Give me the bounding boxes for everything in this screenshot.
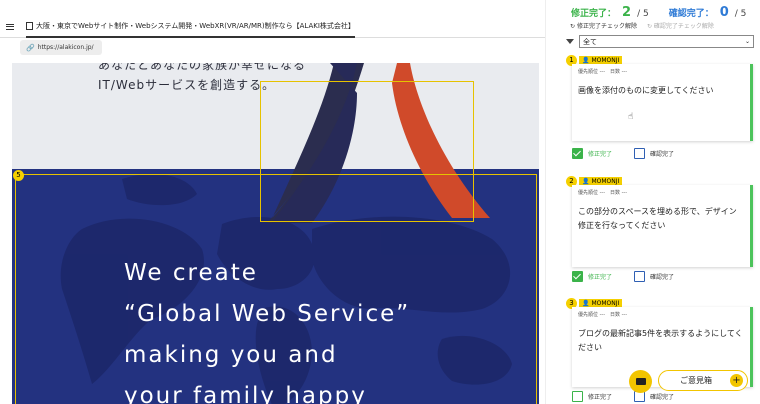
comment-meta: 優先順位 --- 日数 --- — [578, 312, 628, 318]
fix-done-checkbox[interactable] — [572, 271, 583, 282]
comment-text: この部分のスペースを埋める形で、デザイン修正を行なってください — [578, 207, 737, 230]
filter-value: 全て — [583, 37, 597, 46]
tab-title: 大阪・東京でWebサイト制作・Webシステム開発・WebXR(VR/AR/MR)… — [36, 21, 355, 30]
url-bar[interactable]: 🔗 https://alakicon.jp/ — [20, 40, 102, 55]
comment-card[interactable]: 優先順位 --- 日数 --- 画像を添付のものに変更してください — [572, 64, 753, 141]
confirm-done-text: 確認完了 — [650, 394, 675, 401]
fix-done-total: / 5 — [637, 9, 649, 19]
status-row: 修正完了 確認完了 — [572, 148, 674, 159]
mail-button[interactable] — [629, 370, 652, 393]
mail-icon — [635, 378, 646, 385]
filter-links: ↻ 修正完了チェック解除 ↻ 確認完了チェック解除 — [570, 21, 714, 30]
opinion-box-button[interactable]: ご意見箱 + — [658, 370, 748, 391]
reset-confirm-link[interactable]: ↻ 確認完了チェック解除 — [647, 21, 714, 30]
confirm-done-text: 確認完了 — [650, 151, 675, 158]
confirm-done-count: 0 — [719, 5, 729, 20]
fix-done-text: 修正完了 — [588, 394, 613, 401]
status-row: 修正完了 確認完了 — [572, 391, 674, 402]
opinion-box-label: ご意見箱 — [680, 376, 712, 385]
reset-fix-link[interactable]: ↻ 修正完了チェック解除 — [570, 21, 637, 30]
app-root: 大阪・東京でWebサイト制作・Webシステム開発・WebXR(VR/AR/MR)… — [0, 0, 760, 404]
filter-select[interactable]: 全て ⌄ — [579, 35, 754, 48]
page-icon — [26, 21, 33, 30]
plus-icon: + — [730, 374, 743, 387]
fix-done-checkbox[interactable] — [572, 148, 583, 159]
fix-done-label: 修正完了： — [571, 9, 617, 19]
chevron-down-icon: ⌄ — [744, 38, 750, 45]
comment-card[interactable]: 優先順位 --- 日数 --- この部分のスペースを埋める形で、デザイン修正を行… — [572, 185, 753, 267]
browser-tab[interactable]: 大阪・東京でWebサイト制作・Webシステム開発・WebXR(VR/AR/MR)… — [26, 16, 355, 38]
comment-text: ブログの最新記事5件を表示するようにしてください — [578, 329, 743, 352]
window-titlebar: 大阪・東京でWebサイト制作・Webシステム開発・WebXR(VR/AR/MR)… — [0, 16, 545, 38]
fix-done-count: 2 — [622, 5, 632, 20]
site-preview[interactable]: 大阪・東京でWebサイト制作・Webシステム開発・WebXR(VR/AR/MR)… — [0, 0, 545, 404]
comment-meta: 優先順位 --- 日数 --- — [578, 69, 628, 75]
comment-pin[interactable]: 5 — [13, 170, 24, 181]
confirm-done-text: 確認完了 — [650, 274, 675, 281]
status-row: 修正完了 確認完了 — [572, 271, 674, 282]
menu-icon[interactable] — [6, 22, 14, 31]
url-text: https://alakicon.jp/ — [37, 44, 94, 51]
comment-text: 画像を添付のものに変更してください — [578, 86, 714, 95]
fix-done-checkbox[interactable] — [572, 391, 583, 402]
confirm-done-total: / 5 — [734, 9, 747, 19]
fix-done-text: 修正完了 — [588, 274, 613, 281]
comment-meta: 優先順位 --- 日数 --- — [578, 190, 628, 196]
link-icon: 🔗 — [26, 43, 35, 52]
confirm-done-label: 確認完了： — [668, 9, 714, 19]
comment-area-highlight[interactable] — [15, 174, 537, 404]
fix-done-text: 修正完了 — [588, 151, 613, 158]
cursor-icon: ☝ — [628, 112, 634, 122]
progress-summary: 修正完了： 2 / 5 確認完了： 0 / 5 — [571, 5, 746, 20]
confirm-done-checkbox[interactable] — [634, 148, 646, 159]
comment-panel: 修正完了： 2 / 5 確認完了： 0 / 5 ↻ 修正完了チェック解除 ↻ 確… — [545, 0, 760, 404]
confirm-done-checkbox[interactable] — [634, 271, 646, 282]
funnel-icon — [566, 39, 574, 44]
filter-row: 全て ⌄ — [566, 35, 754, 48]
